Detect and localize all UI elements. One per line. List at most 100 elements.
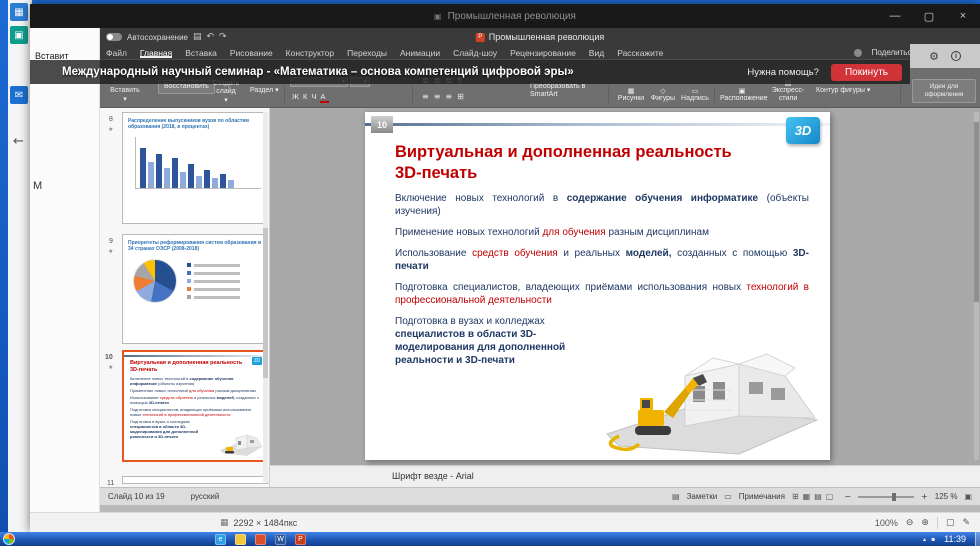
meeting-banner: Международный научный семинар - «Математ… — [30, 60, 910, 84]
slide-8-thumbnail[interactable]: Распределение выпускников вузов по облас… — [122, 112, 268, 224]
ribbon-tab-Конструктор[interactable]: Конструктор — [286, 48, 334, 58]
fit-slide-icon[interactable]: ▣ — [964, 492, 972, 501]
powerpoint-window: Автосохранение ▤ ↶ ↷ P Промышленная рево… — [100, 28, 980, 505]
editing-scrollbar[interactable] — [974, 112, 979, 460]
chart-bar — [220, 174, 226, 188]
shape-outline-button[interactable]: Контур фигуры ▾ — [816, 86, 870, 95]
viewer-statusbar: ▦ 2292 × 1484пкс 100% ⊖ ⊕ ▢ ✎ — [30, 512, 980, 532]
bold-button[interactable]: Ж — [292, 92, 303, 101]
ppt-statusbar: Слайд 10 из 19 русский ▤ Заметки ▭ Приме… — [100, 487, 980, 505]
font-format-buttons[interactable]: ЖКЧА — [292, 93, 329, 101]
taskbar-app-4[interactable]: W — [275, 534, 286, 545]
separator — [937, 517, 938, 529]
slide-10-thumbnail[interactable]: 3D Виртуальная и дополненная реальность … — [122, 350, 268, 462]
chart-bar — [196, 176, 202, 188]
undo-icon[interactable]: ↶ — [207, 32, 215, 42]
chart-bar — [228, 180, 234, 188]
zoom-in-button[interactable]: + — [921, 492, 928, 501]
smartart-button[interactable]: Преобразовать в SmartArt — [530, 83, 600, 99]
shapes-button[interactable]: ◇Фигуры — [648, 87, 678, 103]
thumb9-pie — [133, 259, 177, 303]
gear-icon[interactable]: ⚙ — [929, 50, 939, 63]
language-indicator[interactable]: русский — [191, 492, 220, 501]
back-arrow-icon[interactable]: ← — [13, 134, 24, 149]
viewer-zoom-level[interactable]: 100% — [875, 518, 898, 528]
slide-canvas[interactable]: 10 3D Виртуальная и дополненная реальнос… — [365, 112, 830, 460]
start-button[interactable] — [3, 533, 15, 545]
mail-icon[interactable]: ✉ — [10, 86, 28, 104]
tray-expand-icon[interactable]: ▴ — [923, 536, 926, 543]
scrollbar-thumb[interactable] — [263, 228, 268, 378]
app-icon[interactable]: ▣ — [10, 26, 28, 44]
ribbon-tab-Рецензирование[interactable]: Рецензирование — [510, 48, 576, 58]
avatar[interactable] — [854, 49, 862, 57]
chart-bar — [172, 158, 178, 188]
ribbon-separator — [608, 86, 609, 103]
save-icon[interactable]: ▤ — [193, 32, 202, 42]
notes-toggle-button[interactable]: Заметки — [687, 492, 718, 501]
section-button[interactable]: Раздел ▾ — [250, 86, 279, 95]
thumb9-legend — [187, 263, 240, 299]
ribbon-tab-Анимации[interactable]: Анимации — [400, 48, 440, 58]
legend-item — [187, 279, 240, 283]
zoom-level[interactable]: 125 % — [935, 492, 958, 501]
ribbon-tab-Расскажите[interactable]: Расскажите — [617, 48, 663, 58]
underline-button[interactable]: Ч — [311, 92, 320, 101]
scrollbar-thumb[interactable] — [974, 122, 979, 302]
view-mode-buttons[interactable]: ⊞▦▤▢ — [792, 492, 837, 501]
zoom-out-icon[interactable]: ⊖ — [906, 518, 914, 528]
minimize-button[interactable]: — — [878, 4, 912, 28]
app-icon[interactable]: ▦ — [10, 3, 28, 21]
pictures-button[interactable]: ▦Рисунки — [616, 87, 646, 103]
taskbar-app-3[interactable] — [255, 534, 266, 545]
comments-icon: ▭ — [724, 492, 732, 501]
arrange-button[interactable]: ▣Расположение — [720, 87, 764, 103]
slide-11-thumbnail[interactable] — [122, 476, 268, 484]
slide-accent-bar — [365, 123, 830, 126]
zoom-slider[interactable] — [858, 496, 914, 498]
ribbon-tab-Вставка[interactable]: Вставка — [185, 48, 217, 58]
ribbon-tab-Переходы[interactable]: Переходы — [347, 48, 387, 58]
ribbon-tab-Рисование[interactable]: Рисование — [230, 48, 273, 58]
close-button[interactable]: × — [946, 4, 980, 28]
ribbon-tab-Вид[interactable]: Вид — [589, 48, 604, 58]
notes-pane[interactable]: Шрифт везде - Arial — [270, 465, 980, 487]
taskbar-app-2[interactable] — [235, 534, 246, 545]
edit-icon[interactable]: ✎ — [962, 518, 970, 528]
slide-number: 9 — [109, 238, 113, 245]
info-icon[interactable]: i — [951, 51, 961, 61]
fullscreen-icon[interactable]: ▢ — [946, 518, 955, 528]
textbox-button[interactable]: ▭Надпись — [680, 87, 710, 103]
tray-network-icon[interactable]: ▪ — [931, 536, 935, 543]
ribbon-tab-Слайд-шоу[interactable]: Слайд-шоу — [453, 48, 497, 58]
show-desktop-button[interactable] — [975, 532, 980, 546]
redo-icon[interactable]: ↷ — [219, 32, 227, 42]
zoom-in-icon[interactable]: ⊕ — [921, 518, 929, 528]
ribbon-tab-Файл[interactable]: Файл — [106, 48, 127, 58]
system-tray: ▴ ▪ 11:39 — [923, 532, 980, 546]
taskbar-clock[interactable]: 11:39 — [944, 534, 966, 544]
thumb10-3d-logo: 3D — [252, 357, 262, 365]
taskbar-app-1[interactable]: e — [215, 534, 226, 545]
thumbnail-scrollbar[interactable] — [263, 112, 268, 482]
slide-bullet: Подготовка в вузах и колледжах специалис… — [395, 315, 607, 367]
thumb10-title-line2: 3D-печать — [130, 367, 260, 374]
taskbar-app-5[interactable]: P — [295, 534, 306, 545]
maximize-button[interactable]: ▢ — [912, 4, 946, 28]
paste-button[interactable]: Вставить▾ — [102, 87, 148, 103]
comments-toggle-button[interactable]: Примечания — [739, 492, 785, 501]
ribbon-tab-Главная[interactable]: Главная — [140, 48, 172, 58]
design-ideas-button[interactable]: Идеи для оформления — [912, 79, 976, 103]
ribbon-separator — [412, 86, 413, 103]
need-help-link[interactable]: Нужна помощь? — [747, 67, 819, 78]
leave-meeting-button[interactable]: Покинуть — [831, 64, 902, 81]
font-color-button[interactable]: А — [320, 92, 329, 103]
image-dimensions: 2292 × 1484пкс — [234, 518, 298, 528]
zoom-slider-thumb[interactable] — [892, 493, 896, 501]
zoom-out-button[interactable]: − — [844, 492, 851, 501]
slide-9-thumbnail[interactable]: Приоритеты реформирования систем образов… — [122, 234, 268, 344]
autosave-toggle[interactable] — [106, 33, 122, 41]
align-buttons[interactable]: ≡≡≡⊞ — [422, 93, 469, 101]
viewer-titlebar[interactable]: ▣ Промышленная революция — ▢ × — [30, 4, 980, 28]
slide-thumbnail-panel: 8 ★ Распределение выпускников вузов по о… — [100, 108, 270, 487]
